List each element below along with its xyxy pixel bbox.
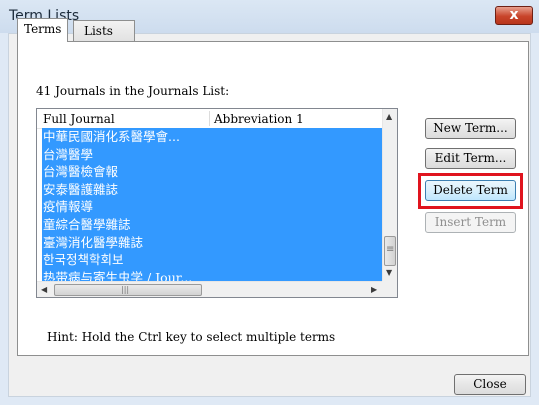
- scroll-left-icon[interactable]: ◀: [41, 285, 47, 294]
- list-item[interactable]: 臺灣消化醫學雜誌: [42, 233, 382, 252]
- vertical-scroll-thumb[interactable]: ≡: [384, 236, 396, 266]
- column-header-full-journal[interactable]: Full Journal: [43, 112, 115, 126]
- tab-lists[interactable]: Lists: [73, 20, 135, 41]
- list-item[interactable]: 童綜合醫學雜誌: [42, 215, 382, 234]
- close-button[interactable]: Close: [454, 374, 526, 395]
- grip-icon: ≡: [386, 244, 395, 255]
- edit-term-button[interactable]: Edit Term...: [425, 148, 516, 169]
- horizontal-scrollbar[interactable]: ◀ ||| ▶: [37, 281, 382, 297]
- column-divider[interactable]: [209, 111, 210, 126]
- list-item[interactable]: 한국정책학회보: [42, 251, 382, 269]
- list-item[interactable]: 台灣醫學: [42, 145, 382, 164]
- window-close-button[interactable]: x: [495, 6, 533, 25]
- list-item[interactable]: 疫情報導: [42, 198, 382, 216]
- scrollbar-corner: [382, 281, 397, 297]
- hgrip-icon: |||: [121, 285, 130, 294]
- horizontal-scroll-thumb[interactable]: |||: [54, 284, 202, 296]
- new-term-button[interactable]: New Term...: [425, 118, 516, 139]
- column-header-abbreviation[interactable]: Abbreviation 1: [214, 112, 304, 126]
- vertical-scrollbar[interactable]: ▲ ≡ ▼: [382, 109, 397, 281]
- list-item[interactable]: 安泰醫護雜誌: [42, 180, 382, 199]
- journal-count-label: 41 Journals in the Journals List:: [36, 84, 230, 98]
- scroll-right-icon[interactable]: ▶: [371, 285, 377, 294]
- delete-term-highlight-box: [418, 173, 523, 209]
- list-item[interactable]: 台灣醫檢會報: [42, 163, 382, 181]
- list-item[interactable]: 中華民國消化系醫學會...: [42, 128, 382, 146]
- insert-term-button[interactable]: Insert Term: [425, 212, 516, 233]
- multi-select-hint: Hint: Hold the Ctrl key to select multip…: [47, 330, 336, 344]
- tab-terms[interactable]: Terms: [17, 18, 69, 42]
- list-rows: 中華民國消化系醫學會... 台灣醫學 台灣醫檢會報 安泰醫護雜誌 疫情報導 童綜…: [42, 128, 382, 287]
- journal-list[interactable]: Full Journal Abbreviation 1 中華民國消化系醫學會..…: [36, 108, 398, 298]
- list-header: Full Journal Abbreviation 1: [37, 109, 382, 129]
- scroll-down-icon[interactable]: ▼: [386, 268, 392, 277]
- scroll-up-icon[interactable]: ▲: [386, 112, 392, 121]
